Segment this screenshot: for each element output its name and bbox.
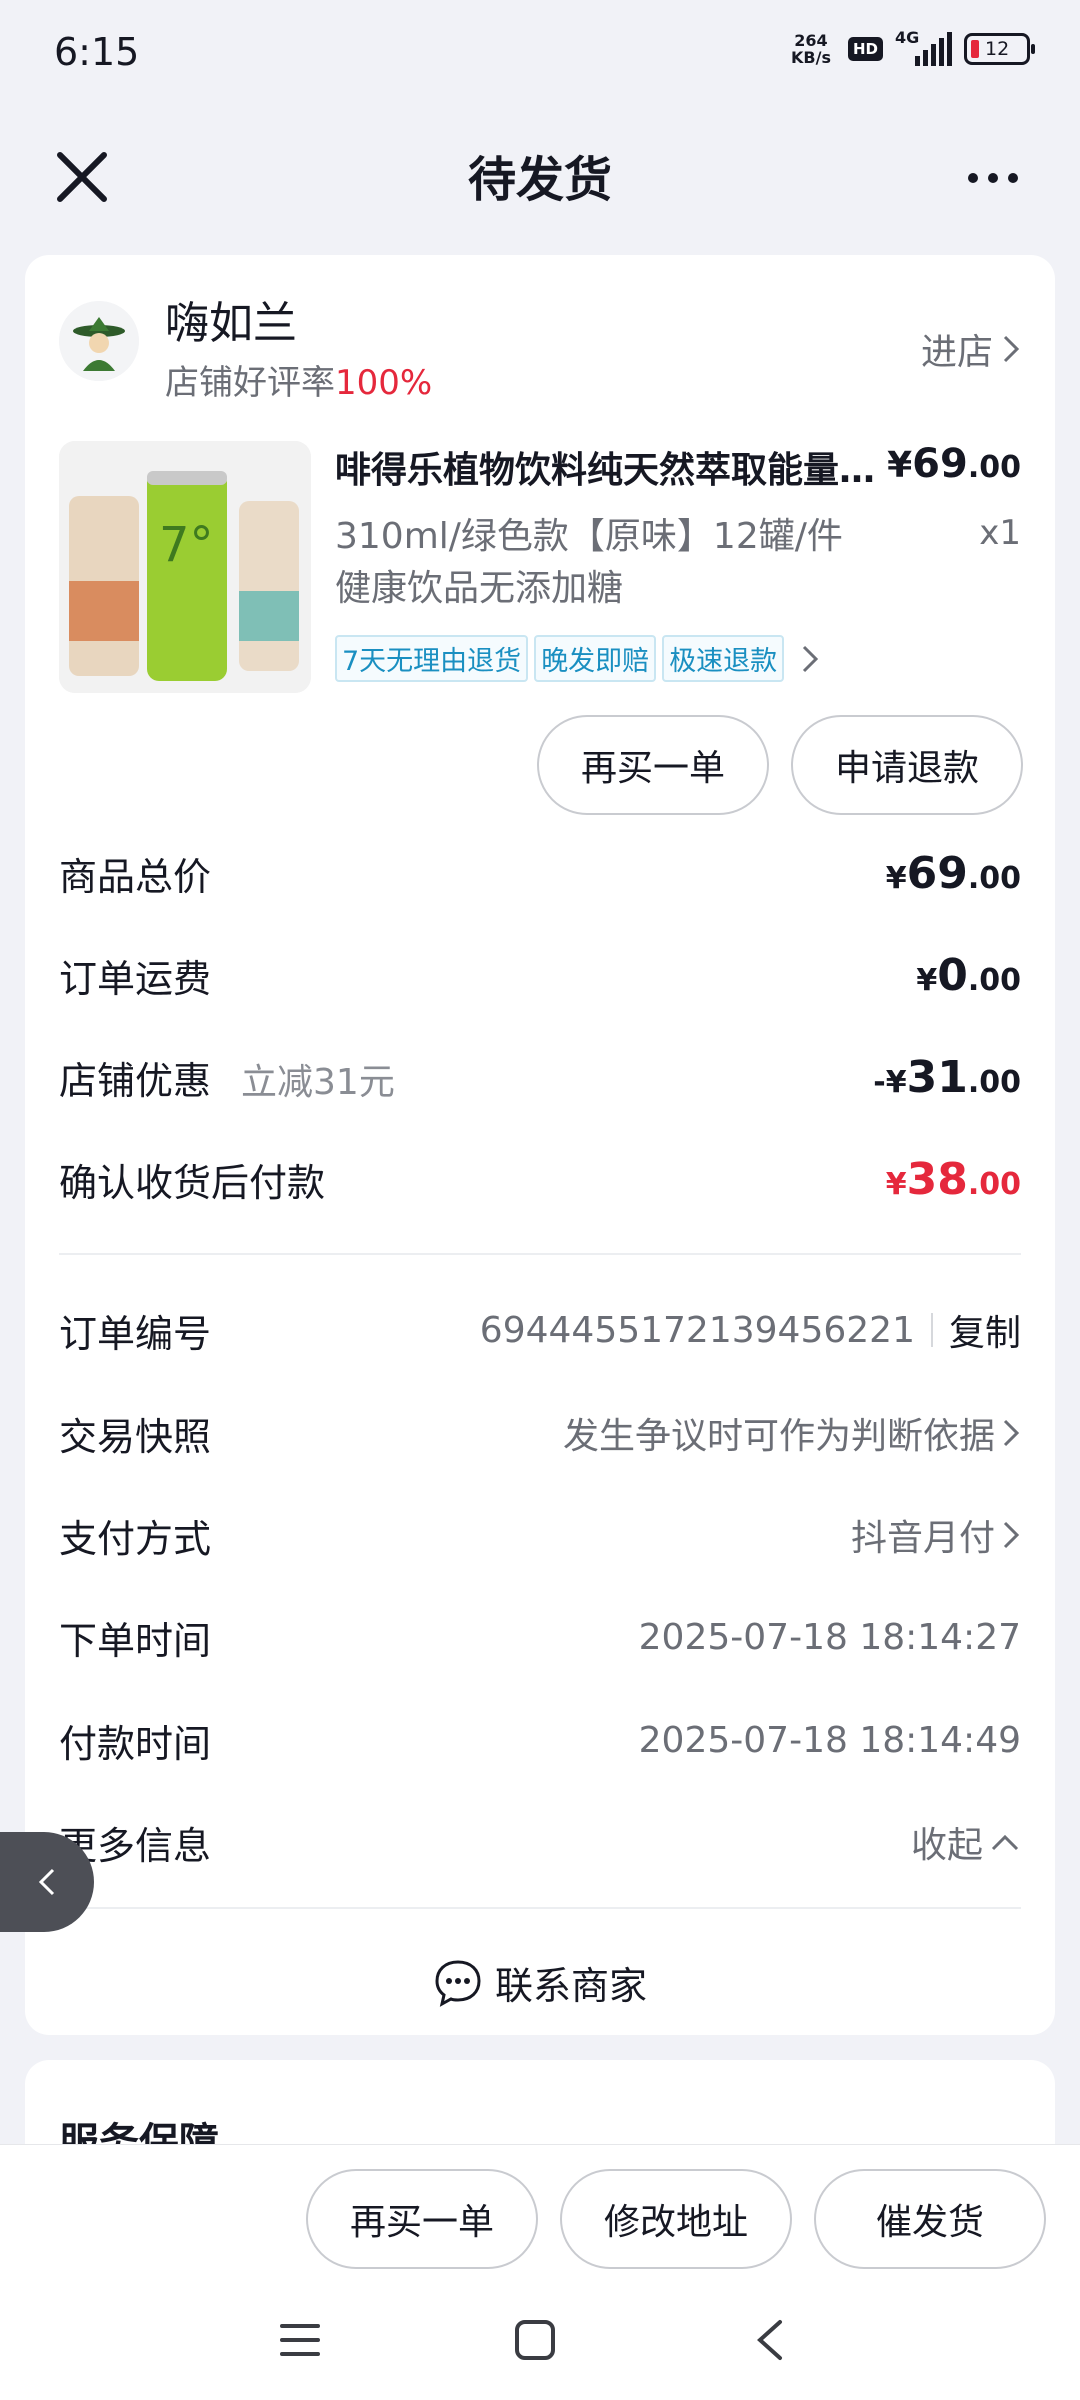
back-chevron-icon (757, 2320, 782, 2360)
summary-total-value: ¥69.00 (885, 847, 1021, 899)
summary-discount-value: -¥31.00 (873, 1051, 1021, 1103)
status-indicators: 264 KB/s HD 4G 12 (786, 28, 1035, 67)
change-address-button[interactable]: 修改地址 (560, 2169, 792, 2269)
product-quantity: x1 (979, 513, 1021, 553)
rebuy-button[interactable]: 再买一单 (537, 715, 769, 815)
status-bar: 6:15 264 KB/s HD 4G 12 (0, 0, 1080, 110)
nav-home-button[interactable] (505, 2310, 565, 2370)
battery-level: 12 (985, 38, 1010, 60)
order-card: 嗨如兰 店铺好评率100% 进店 7° 啡得乐植物饮料纯天然萃取能量饮料 ¥69… (25, 255, 1055, 2035)
hd-icon: HD (847, 37, 883, 61)
bottom-rebuy-button[interactable]: 再买一单 (306, 2169, 538, 2269)
payment-method-row[interactable]: 支付方式 抖音月付 (59, 1505, 1021, 1565)
pay-time-row: 付款时间 2025-07-18 18:14:49 (59, 1719, 1021, 1766)
order-number-row: 订单编号 6944455172139456221 复制 (59, 1300, 1021, 1360)
nav-back-button[interactable] (740, 2310, 800, 2370)
urge-shipping-button[interactable]: 催发货 (814, 2169, 1046, 2269)
summary-pay-value: ¥38.00 (885, 1153, 1021, 1205)
shop-avatar[interactable] (59, 301, 139, 381)
more-button[interactable] (968, 158, 1032, 198)
product-title[interactable]: 啡得乐植物饮料纯天然萃取能量饮料 (335, 441, 895, 493)
more-dots-icon (968, 173, 978, 183)
shop-name[interactable]: 嗨如兰 (165, 287, 297, 351)
contact-merchant-button[interactable]: 联系商家 (25, 1955, 1055, 2010)
nav-menu-button[interactable] (270, 2310, 330, 2370)
svg-text:7°: 7° (159, 517, 214, 573)
snapshot-row[interactable]: 交易快照 发生争议时可作为判断依据 (59, 1403, 1021, 1463)
chevron-right-icon (1003, 1521, 1020, 1549)
battery-icon: 12 (964, 33, 1035, 65)
chevron-right-icon (1003, 335, 1020, 363)
more-info-row[interactable]: 更多信息 收起 (59, 1812, 1021, 1872)
pay-time: 2025-07-18 18:14:49 (638, 1719, 1021, 1761)
product-image[interactable]: 7° (59, 441, 311, 693)
divider (59, 1907, 1021, 1909)
chat-icon (435, 1959, 481, 2007)
page-title: 待发货 (467, 152, 612, 208)
shop-rating: 店铺好评率100% (165, 363, 433, 403)
divider (59, 1253, 1021, 1255)
summary-shipping-row: 订单运费 ¥0.00 (59, 949, 1021, 1001)
product-cans-icon: 7° (59, 441, 311, 693)
discount-note: 立减31元 (241, 1061, 395, 1103)
refund-button[interactable]: 申请退款 (791, 715, 1023, 815)
page-header: 待发货 (0, 120, 1080, 230)
chevron-left-icon (38, 1868, 55, 1896)
product-spec: 310ml/绿色款【原味】12罐/件 健康饮品无添加糖 (335, 516, 843, 609)
chevron-right-icon (803, 645, 819, 672)
tag-return: 7天无理由退货 (335, 635, 529, 682)
chevron-up-icon (991, 1834, 1019, 1851)
collapse-toggle[interactable]: 收起 (911, 1816, 983, 1868)
tag-fast-refund: 极速退款 (662, 635, 785, 682)
summary-shipping-value: ¥0.00 (916, 949, 1021, 1001)
status-time: 6:15 (54, 30, 140, 74)
summary-total-row: 商品总价 ¥69.00 (59, 847, 1021, 899)
summary-discount-row: 店铺优惠 立减31元 -¥31.00 (59, 1051, 1021, 1103)
summary-pay-row: 确认收货后付款 ¥38.00 (59, 1153, 1021, 1205)
menu-icon (280, 2324, 320, 2356)
signal-icon: 4G (895, 28, 952, 66)
order-time-row: 下单时间 2025-07-18 18:14:27 (59, 1616, 1021, 1663)
shop-logo-icon (59, 301, 139, 381)
copy-button[interactable]: 复制 (949, 1304, 1021, 1356)
enter-shop-link[interactable]: 进店 (921, 323, 1021, 375)
network-type: 4G (895, 28, 920, 47)
system-nav-bar (0, 2270, 1080, 2400)
order-time: 2025-07-18 18:14:27 (638, 1616, 1021, 1658)
tag-late-compensation: 晚发即赔 (534, 635, 657, 682)
service-tags[interactable]: 7天无理由退货 晚发即赔 极速退款 (335, 635, 820, 682)
chevron-right-icon (1003, 1419, 1020, 1447)
home-square-icon (515, 2320, 555, 2360)
order-number: 6944455172139456221 (479, 1309, 915, 1351)
bottom-action-bar: 再买一单 修改地址 催发货 (0, 2144, 1080, 2270)
network-speed: 264 KB/s (791, 31, 831, 67)
product-price: ¥69.00 (887, 441, 1021, 487)
